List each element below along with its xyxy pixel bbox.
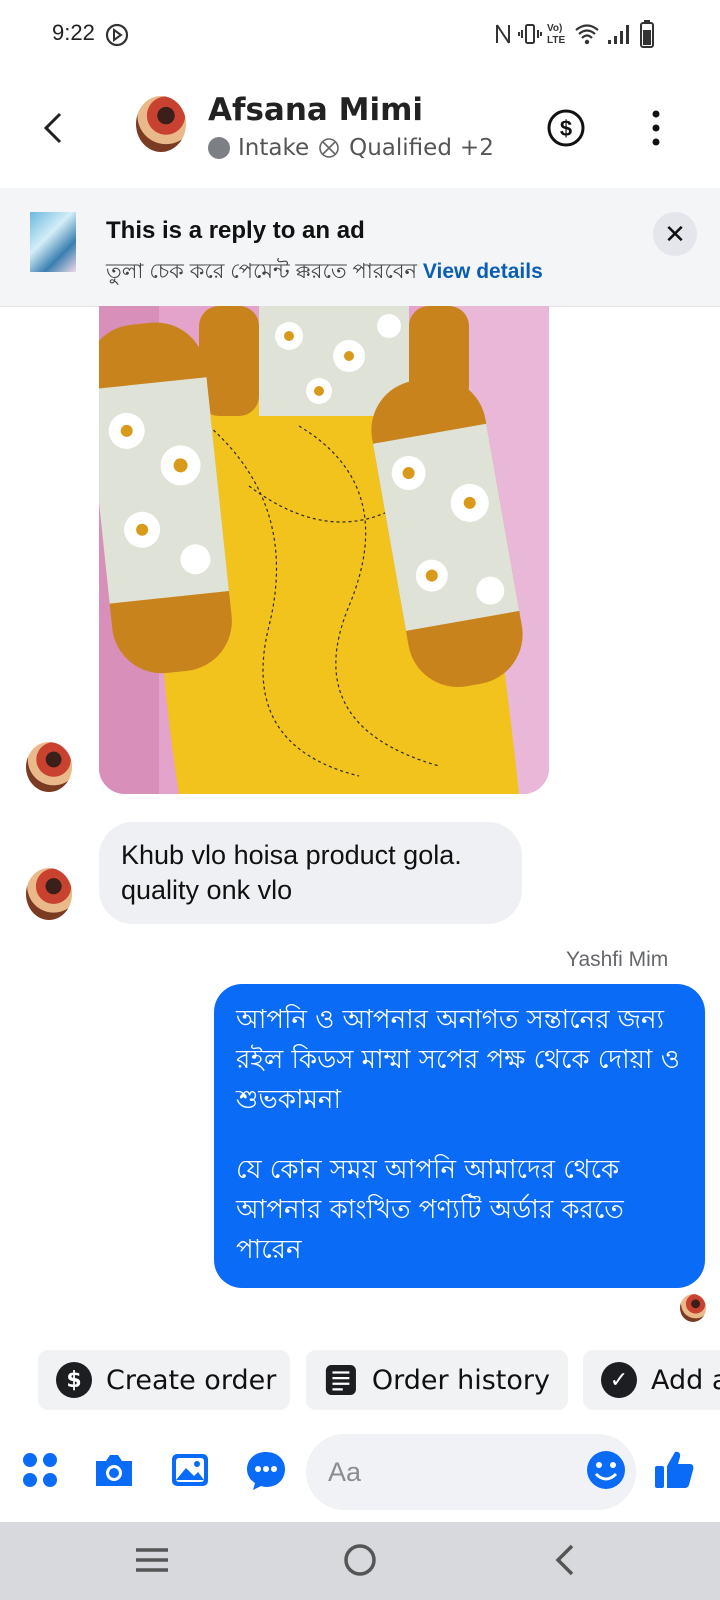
status-bar: 9:22 Vo) LTE <box>0 0 720 66</box>
battery-icon <box>640 20 654 48</box>
check-icon: ✓ <box>601 1362 637 1398</box>
incoming-message-bubble[interactable]: Khub vlo hoisa product gola. quality onk… <box>99 822 522 924</box>
sender-avatar-image[interactable] <box>26 742 72 792</box>
vibrate-icon <box>518 24 542 44</box>
bedding-set-illustration <box>99 306 549 794</box>
payment-dollar-icon[interactable]: $ <box>546 108 586 148</box>
contact-avatar[interactable] <box>136 96 186 152</box>
more-options-icon[interactable] <box>650 108 662 148</box>
create-order-label: Create order <box>106 1364 277 1396</box>
outgoing-sender-name: Yashfi Mim <box>566 948 669 971</box>
back-nav-icon[interactable] <box>552 1542 578 1578</box>
product-photo[interactable] <box>99 306 549 794</box>
signal-icon <box>608 25 629 44</box>
view-details-link[interactable]: View details <box>423 260 543 283</box>
nfc-icon <box>496 24 510 44</box>
create-order-button[interactable]: $ Create order <box>38 1350 290 1410</box>
svg-text:Vo): Vo) <box>547 23 562 34</box>
close-banner-button[interactable]: ✕ <box>653 212 697 256</box>
qualified-badge-icon <box>319 138 339 158</box>
ad-banner-subtitle: তুলা চেক করে পেমেন্ট ক্করতে পারবেন View … <box>106 255 543 290</box>
svg-text:$: $ <box>560 116 572 141</box>
volte-icon: Vo)LTE <box>547 23 565 46</box>
back-arrow-icon[interactable] <box>40 110 68 146</box>
ad-banner-title: This is a reply to an ad <box>106 217 365 244</box>
add-action-button[interactable]: ✓ Add a <box>583 1350 720 1410</box>
order-history-label: Order history <box>371 1364 550 1396</box>
screen-record-icon <box>105 23 129 47</box>
apps-grid-icon[interactable] <box>18 1448 62 1492</box>
svg-text:LTE: LTE <box>547 35 565 46</box>
system-navigation-bar <box>0 1522 720 1600</box>
sender-avatar-text[interactable] <box>26 868 72 920</box>
recent-apps-icon[interactable] <box>134 1544 170 1576</box>
outgoing-paragraph-1: আপনি ও আপনার অনাগত সন্তানের জন্য রইল কিড… <box>236 1005 680 1115</box>
tag-more-count: +2 <box>459 135 494 161</box>
thumbs-up-icon[interactable] <box>652 1448 696 1492</box>
tag-intake: Intake <box>238 135 310 161</box>
contact-tags[interactable]: Intake Qualified +2 <box>208 135 494 161</box>
home-icon[interactable] <box>342 1542 378 1578</box>
order-history-button[interactable]: Order history <box>306 1350 568 1410</box>
emoji-icon[interactable] <box>584 1448 628 1492</box>
gallery-image-icon[interactable] <box>168 1448 212 1492</box>
add-action-label: Add a <box>651 1364 720 1396</box>
intake-status-dot <box>208 137 230 159</box>
tag-qualified: Qualified <box>349 135 452 161</box>
outgoing-message-bubble[interactable]: আপনি ও আপনার অনাগত সন্তানের জন্য রইল কিড… <box>214 984 705 1288</box>
read-receipt-avatar <box>680 1294 706 1322</box>
wifi-icon <box>575 24 599 45</box>
saved-replies-icon[interactable] <box>244 1448 288 1492</box>
close-icon: ✕ <box>664 218 686 249</box>
contact-name[interactable]: Afsana Mimi <box>208 92 423 128</box>
outgoing-paragraph-2: যে কোন সময় আপনি আমাদের থেকে আপনার কাংখি… <box>236 1155 624 1265</box>
ad-subtitle-text: তুলা চেক করে পেমেন্ট ক্করতে পারবেন <box>106 260 418 283</box>
receipt-icon <box>325 1364 356 1396</box>
dollar-icon: $ <box>56 1362 92 1398</box>
camera-icon[interactable] <box>92 1448 136 1492</box>
status-time: 9:22 <box>52 20 95 45</box>
ad-thumbnail[interactable] <box>30 212 76 272</box>
